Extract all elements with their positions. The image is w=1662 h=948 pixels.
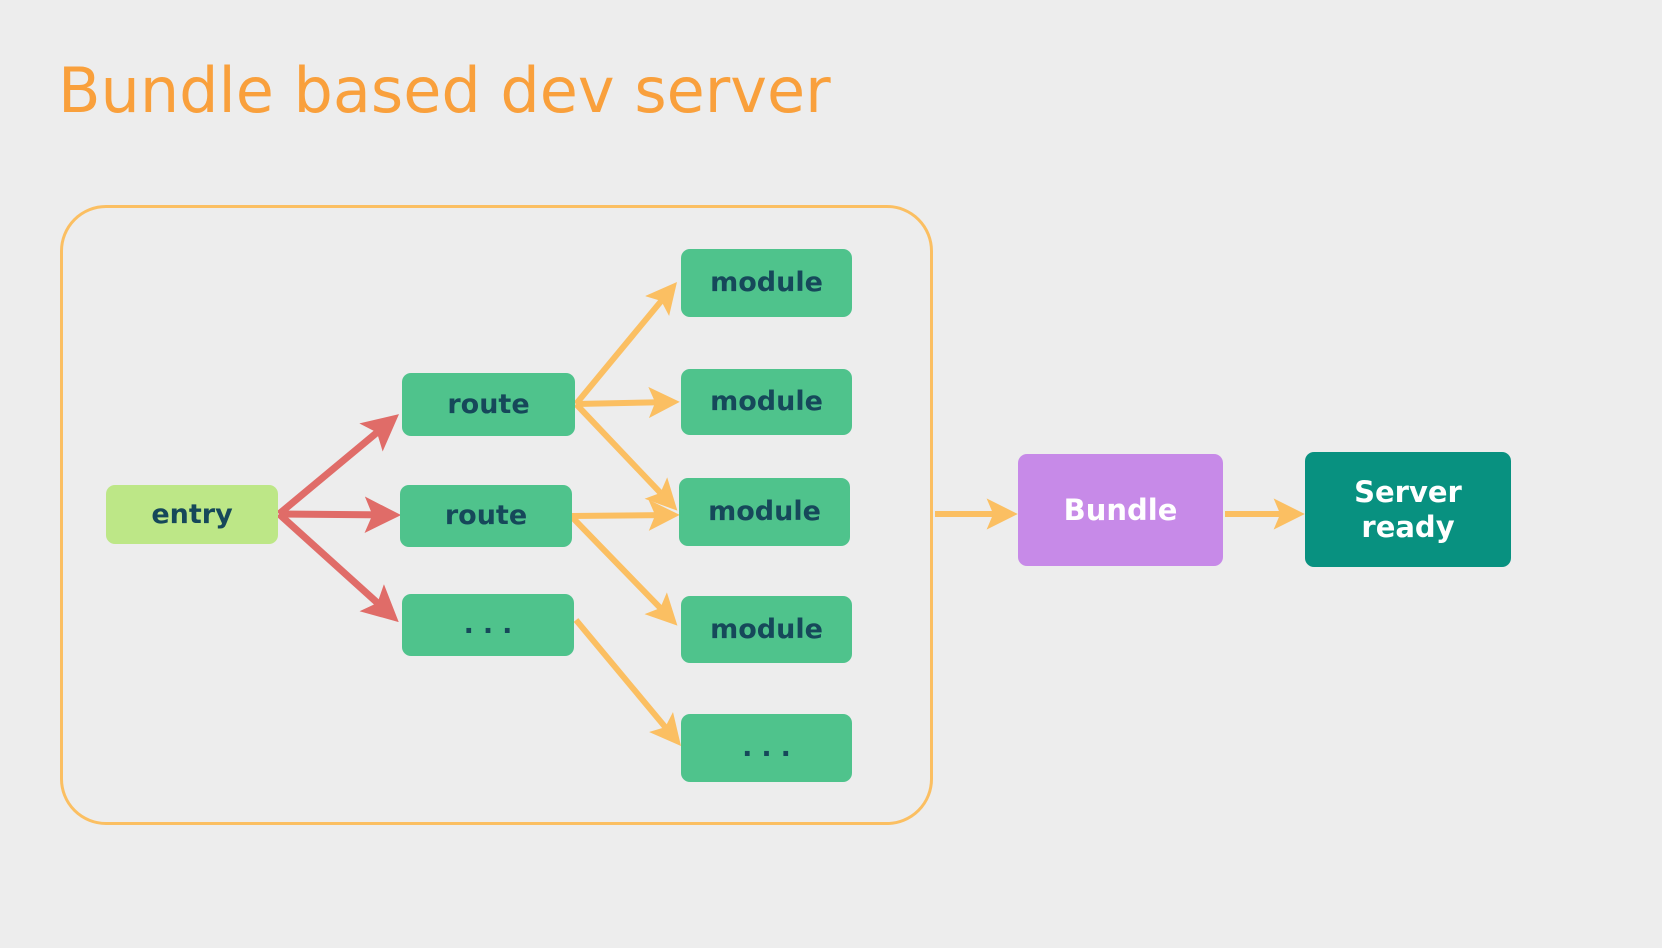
node-route-1[interactable]: route (402, 373, 575, 436)
node-module-4[interactable]: module (681, 596, 852, 663)
node-bundle-label: Bundle (1063, 492, 1178, 527)
node-module-1-label: module (710, 267, 823, 299)
node-route-1-label: route (447, 388, 530, 420)
node-server-ready-label-line1: Server (1354, 475, 1462, 510)
node-entry-label: entry (151, 498, 233, 530)
node-route-3-label: ... (463, 609, 522, 641)
node-module-4-label: module (710, 613, 823, 645)
node-bundle[interactable]: Bundle (1018, 454, 1223, 566)
diagram-canvas: Bundle based dev server entry route rout… (0, 0, 1662, 948)
node-route-3[interactable]: ... (402, 594, 574, 656)
node-module-3-label: module (708, 496, 821, 528)
node-route-2[interactable]: route (400, 485, 572, 547)
node-server-ready-label-line2: ready (1361, 509, 1455, 544)
node-route-2-label: route (444, 500, 528, 532)
node-server-ready[interactable]: Server ready (1305, 452, 1511, 567)
node-entry[interactable]: entry (106, 485, 278, 544)
node-module-2[interactable]: module (681, 369, 852, 435)
node-module-1[interactable]: module (681, 249, 852, 317)
node-module-5-label: ... (742, 732, 800, 764)
node-module-2-label: module (710, 386, 823, 418)
node-module-5[interactable]: ... (681, 714, 852, 782)
node-module-3[interactable]: module (679, 478, 850, 546)
page-title: Bundle based dev server (58, 54, 831, 127)
